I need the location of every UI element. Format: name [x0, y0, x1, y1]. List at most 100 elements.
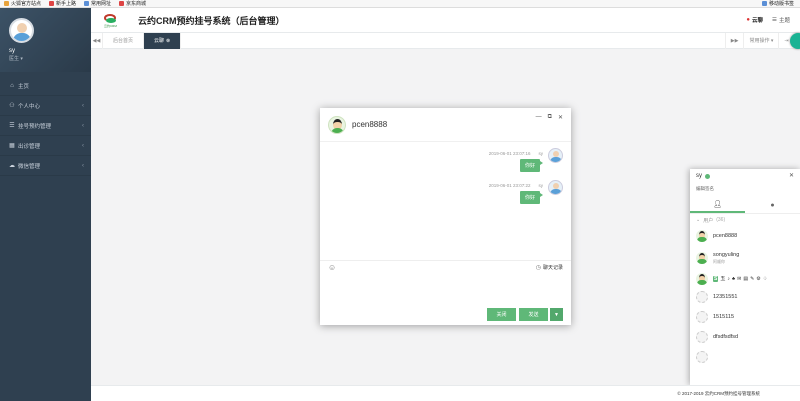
chevron-left-icon: ‹: [82, 122, 84, 129]
app-logo: 云约CRM: [104, 14, 118, 28]
firefox-icon: [49, 1, 55, 6]
avatar: [696, 230, 708, 242]
my-username: sy: [696, 173, 702, 179]
bookmark-item[interactable]: 常用网址: [84, 0, 111, 7]
clock-icon: ◷: [535, 265, 541, 271]
floating-action-button[interactable]: [790, 33, 800, 49]
bookmarks-bar: 火狐官方站点 新手上路 常用网址 京东商城 移动版书签: [0, 0, 800, 8]
message-bubble: 你好: [519, 159, 544, 172]
footer: © 2017-2019 云约CRM预约挂号管理系统: [91, 385, 800, 401]
chat-bubble-icon: ●: [770, 201, 775, 209]
tab-conversations[interactable]: ●: [745, 197, 800, 213]
chat-header[interactable]: pcen8888: [320, 108, 571, 142]
avatar: [696, 331, 708, 343]
tool-icon[interactable]: ▤: [743, 276, 748, 282]
close-icon[interactable]: ✕: [558, 114, 563, 121]
globe-icon: [119, 1, 125, 6]
caret-down-icon: ▾: [770, 37, 774, 44]
tab-bar: ◀◀ 后台首页 云聊⊗ ▶▶ 常用操作 ▾ ⇥ 退: [91, 32, 800, 49]
minimize-icon[interactable]: —: [536, 114, 542, 121]
chat-bubble-icon: ●: [746, 17, 751, 23]
sidebar-item-home[interactable]: ⌂ 主页: [0, 76, 91, 96]
firefox-icon: [4, 1, 9, 6]
mobile-bookmarks[interactable]: 移动版书签: [761, 0, 794, 7]
tool-icon[interactable]: ⚙: [756, 276, 760, 282]
group-header[interactable]: ⌄ 用户 (36): [690, 214, 800, 226]
tab-scroll-right-button[interactable]: ▶▶: [724, 32, 744, 49]
sidebar-item-appointments[interactable]: ☰ 挂号预约管理 ‹: [0, 116, 91, 136]
avatar: [696, 252, 708, 264]
chat-contact-name: pcen8888: [352, 120, 388, 129]
sidebar-item-wechat[interactable]: ☁ 微信管理 ‹: [0, 156, 91, 176]
close-tab-icon[interactable]: ⊗: [166, 38, 170, 44]
top-header: 云约CRM 云约CRM预约挂号系统（后台管理） ● 云聊 ☰ 主题: [91, 8, 800, 33]
sidebar-item-personal[interactable]: ⚇ 个人中心 ‹: [0, 96, 91, 116]
chat-history-button[interactable]: ◷ 聊天记录: [536, 264, 563, 271]
user-icon: 👤︎: [713, 201, 722, 208]
contact-item[interactable]: songyuling 阿顺你: [690, 246, 800, 270]
bookmark-item[interactable]: 新手上路: [49, 0, 76, 7]
avatar: [696, 311, 708, 323]
tool-icon[interactable]: ♪: [727, 276, 730, 282]
copyright-text: © 2017-2019 云约CRM预约挂号管理系统: [677, 390, 760, 396]
caret-down-icon: ▼: [554, 311, 559, 318]
cloud-chat-button[interactable]: ● 云聊: [746, 16, 763, 24]
close-button[interactable]: 关闭: [487, 308, 516, 321]
tool-icon[interactable]: ✎: [750, 276, 754, 282]
tool-icon[interactable]: ♢: [763, 276, 767, 282]
message-item: 2019-06-01 23:07:22 sy 你好: [443, 180, 563, 210]
tab-scroll-left-button[interactable]: ◀◀: [91, 32, 103, 49]
contact-item[interactable]: 12351551: [690, 287, 800, 307]
exit-icon: ⇥: [784, 37, 789, 44]
signature-field[interactable]: 编辑签名: [696, 186, 794, 192]
bookmark-item[interactable]: 京东商城: [119, 0, 146, 7]
avatar: [696, 272, 708, 285]
emoji-icon[interactable]: ☺: [328, 263, 336, 272]
contacts-panel: sy 编辑签名 ✕ 👤︎ ● ⌄ 用户 (36) pcen8888 songyu…: [690, 169, 800, 385]
contact-item[interactable]: 1515115: [690, 307, 800, 327]
chat-window: pcen8888 — ⧉ ✕ 2019-06-01 23:07:16 sy 你好 …: [320, 108, 571, 325]
avatar: [328, 115, 346, 134]
close-icon[interactable]: ✕: [789, 172, 794, 179]
contact-item[interactable]: dfsdfsdfsd: [690, 327, 800, 347]
tool-icon[interactable]: ✉: [737, 276, 741, 282]
contact-item[interactable]: [690, 347, 800, 367]
profile-role-dropdown[interactable]: 医生 ▾: [9, 55, 91, 62]
badge-icon[interactable]: S: [713, 275, 719, 282]
bookmark-item[interactable]: 火狐官方站点: [4, 0, 41, 7]
tab-home[interactable]: 后台首页: [103, 32, 145, 49]
wechat-icon: ☁: [9, 163, 15, 169]
home-icon: ⌂: [10, 82, 14, 89]
avatar[interactable]: [9, 18, 34, 43]
common-ops-dropdown[interactable]: 常用操作 ▾: [743, 32, 778, 49]
tab-friends[interactable]: 👤︎: [690, 197, 745, 213]
user-icon: ⚇: [9, 103, 15, 109]
sidebar-item-clinic[interactable]: ▦ 出诊管理 ‹: [0, 136, 91, 156]
message-input[interactable]: [320, 274, 571, 304]
grid-icon: ▦: [9, 143, 15, 149]
chevron-left-icon: ‹: [82, 142, 84, 149]
avatar: [548, 180, 563, 195]
user-profile: sy 医生 ▾: [0, 8, 91, 72]
send-button[interactable]: 发送: [519, 308, 548, 321]
message-bubble: 你好: [519, 191, 544, 204]
avatar: [548, 148, 563, 163]
message-item: 2019-06-01 23:07:16 sy 你好: [443, 148, 563, 178]
online-status-icon[interactable]: [705, 173, 710, 179]
sidebar: sy 医生 ▾ ⌂ 主页 ⚇ 个人中心 ‹ ☰ 挂号预约管理 ‹ ▦ 出诊管理 …: [0, 8, 91, 401]
tab-cloud-chat[interactable]: 云聊 ⊗: [144, 32, 182, 49]
tool-icon[interactable]: 五: [720, 275, 725, 282]
theme-button[interactable]: ☰ 主题: [772, 16, 790, 24]
contact-item[interactable]: S 五 ♪ ♣ ✉ ▤ ✎ ⚙ ♢: [690, 270, 800, 287]
chevron-down-icon: ⌄: [696, 217, 701, 223]
maximize-icon[interactable]: ⧉: [548, 114, 552, 121]
folder-icon: [84, 1, 90, 6]
chevron-left-icon: ‹: [82, 102, 84, 109]
folder-icon: [761, 1, 767, 6]
tool-icon[interactable]: ♣: [732, 276, 735, 282]
avatar: [696, 291, 708, 303]
contact-item[interactable]: pcen8888: [690, 226, 800, 246]
send-options-dropdown[interactable]: ▼: [550, 308, 563, 321]
avatar: [696, 351, 708, 363]
chat-toolbar: ☺ ◷ 聊天记录: [320, 260, 571, 274]
